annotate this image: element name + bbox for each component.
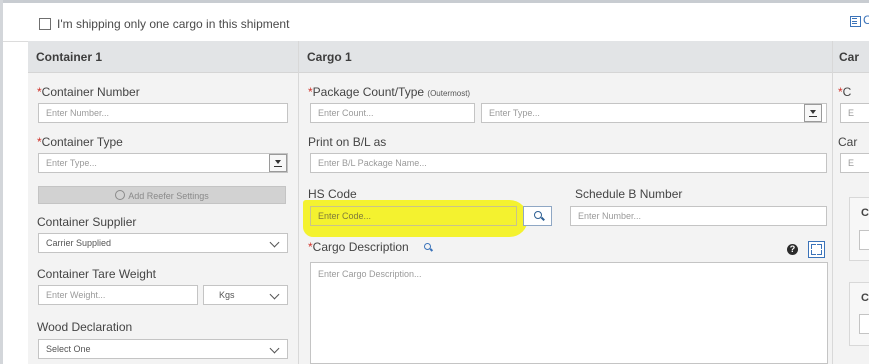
- chevron-down-icon: [269, 343, 280, 354]
- container-supplier-select[interactable]: Carrier Supplied: [38, 233, 288, 253]
- container-number-input[interactable]: Enter Number...: [38, 103, 288, 123]
- shipment-options-bar: I'm shipping only one cargo in this ship…: [3, 3, 869, 42]
- print-bl-input[interactable]: Enter B/L Package Name...: [310, 153, 827, 173]
- cargo-2-box-1: C: [849, 197, 869, 261]
- package-type-dropdown-button[interactable]: [804, 104, 822, 122]
- wood-declaration-label: Wood Declaration: [37, 320, 133, 334]
- schedule-b-input[interactable]: Enter Number...: [570, 206, 827, 226]
- chevron-down-icon: [269, 289, 280, 300]
- cargo-description-textarea[interactable]: Enter Cargo Description...: [310, 262, 828, 364]
- cargo-description-label: *Cargo Description: [308, 240, 409, 254]
- wood-declaration-select[interactable]: Select One: [38, 339, 288, 359]
- package-count-type-label: *Package Count/Type (Outermost): [308, 85, 471, 99]
- container-type-label: *Container Type: [37, 135, 123, 149]
- cargo-2-input-2[interactable]: E: [840, 153, 869, 173]
- cargo-2-box-2-input[interactable]: [859, 314, 869, 334]
- container-panel: Container 1 *Container Number Enter Numb…: [28, 41, 299, 364]
- outermost-qualifier: (Outermost): [427, 89, 471, 98]
- window-left-border: [0, 0, 3, 364]
- package-count-input[interactable]: Enter Count...: [310, 103, 475, 123]
- chevron-down-icon: [269, 237, 280, 248]
- circle-icon: [115, 190, 126, 200]
- cargo-2-panel-title: Car: [839, 50, 860, 64]
- container-supplier-label: Container Supplier: [37, 215, 137, 229]
- container-type-dropdown-button[interactable]: [269, 154, 287, 172]
- cargo-2-panel-header: Car: [833, 41, 869, 73]
- container-panel-header: Container 1: [28, 41, 298, 73]
- cargo-2-label-2: Car: [838, 135, 858, 149]
- single-cargo-checkbox[interactable]: [39, 18, 51, 30]
- cargo-2-box-1-input[interactable]: [859, 230, 869, 250]
- help-icon[interactable]: ?: [787, 244, 798, 255]
- search-icon: [534, 211, 542, 219]
- hs-code-input[interactable]: Enter Code...: [310, 206, 517, 226]
- cargo-panel-header: Cargo 1: [299, 41, 832, 73]
- cargo-panel-title: Cargo 1: [307, 50, 352, 64]
- single-cargo-option[interactable]: I'm shipping only one cargo in this ship…: [39, 15, 289, 33]
- search-icon[interactable]: [424, 243, 431, 250]
- hs-code-label: HS Code: [308, 187, 357, 201]
- single-cargo-label: I'm shipping only one cargo in this ship…: [57, 17, 290, 31]
- schedule-b-label: Schedule B Number: [575, 187, 683, 201]
- container-number-label: *Container Number: [37, 85, 140, 99]
- list-icon[interactable]: [850, 16, 861, 27]
- print-bl-label: Print on B/L as: [308, 135, 387, 149]
- expand-icon[interactable]: [808, 241, 825, 258]
- add-reefer-settings-button[interactable]: Add Reefer Settings: [38, 186, 286, 204]
- cargo-2-input-1[interactable]: E: [840, 103, 869, 123]
- weight-unit-select[interactable]: Kgs: [203, 285, 288, 305]
- package-type-input[interactable]: Enter Type...: [481, 103, 827, 123]
- container-type-input[interactable]: Enter Type...: [38, 153, 288, 173]
- tare-weight-input[interactable]: Enter Weight...: [38, 285, 198, 305]
- container-panel-title: Container 1: [36, 50, 103, 64]
- cargo-2-label-1: *C: [838, 85, 852, 99]
- tare-weight-label: Container Tare Weight: [37, 267, 156, 281]
- top-right-link[interactable]: C: [863, 13, 869, 27]
- hs-code-search-button[interactable]: [523, 206, 552, 226]
